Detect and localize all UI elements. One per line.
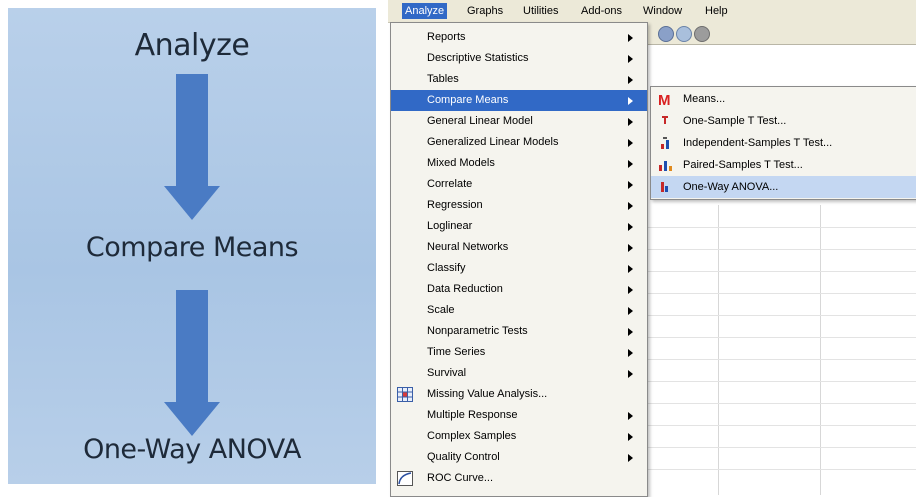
independent-t-icon xyxy=(661,137,669,149)
flow-panel: Analyze Compare Means One-Way ANOVA xyxy=(8,8,376,484)
submenu-item-one-way-anova[interactable]: One-Way ANOVA... xyxy=(651,176,916,198)
menu-item-loglinear[interactable]: Loglinear xyxy=(391,216,647,237)
submenu-arrow-icon xyxy=(628,160,633,168)
menu-item-neural-networks[interactable]: Neural Networks xyxy=(391,237,647,258)
menu-item-roc-curve[interactable]: ROC Curve... xyxy=(391,468,647,489)
svg-text:M: M xyxy=(658,92,671,107)
roc-curve-icon xyxy=(397,471,413,486)
menu-item-correlate[interactable]: Correlate xyxy=(391,174,647,195)
submenu-arrow-icon xyxy=(628,412,633,420)
menu-item-nonparametric-tests[interactable]: Nonparametric Tests xyxy=(391,321,647,342)
toolbar-icon[interactable] xyxy=(676,26,692,42)
menu-item-mixed-models[interactable]: Mixed Models xyxy=(391,153,647,174)
menu-item-multiple-response[interactable]: Multiple Response xyxy=(391,405,647,426)
means-icon: M xyxy=(658,92,671,107)
toolbar-icon[interactable] xyxy=(694,26,710,42)
anova-icon xyxy=(661,182,668,192)
menu-utilities[interactable]: Utilities xyxy=(520,3,561,19)
one-sample-t-icon xyxy=(662,116,668,124)
menu-bar: Analyze Graphs Utilities Add-ons Window … xyxy=(388,0,916,23)
submenu-arrow-icon xyxy=(628,181,633,189)
submenu-arrow-icon xyxy=(628,76,633,84)
menu-item-reports[interactable]: Reports xyxy=(391,27,647,48)
menu-graphs[interactable]: Graphs xyxy=(464,3,506,19)
submenu-arrow-icon xyxy=(628,265,633,273)
submenu-arrow-icon xyxy=(628,349,633,357)
menu-analyze[interactable]: Analyze xyxy=(402,3,448,19)
menu-window[interactable]: Window xyxy=(640,3,685,19)
menu-item-survival[interactable]: Survival xyxy=(391,363,647,384)
submenu-item-paired-samples-t-test[interactable]: Paired-Samples T Test... xyxy=(651,154,916,176)
menu-item-classify[interactable]: Classify xyxy=(391,258,647,279)
menu-help[interactable]: Help xyxy=(702,3,731,19)
menu-item-compare-means[interactable]: Compare Means xyxy=(391,90,647,111)
submenu-arrow-icon xyxy=(628,97,633,105)
analyze-menu: Reports Descriptive Statistics Tables Co… xyxy=(390,22,648,497)
submenu-arrow-icon xyxy=(628,370,633,378)
submenu-arrow-icon xyxy=(628,433,633,441)
down-arrow-icon xyxy=(164,290,220,436)
menu-item-quality-control[interactable]: Quality Control xyxy=(391,447,647,468)
menu-item-tables[interactable]: Tables xyxy=(391,69,647,90)
submenu-arrow-icon xyxy=(628,328,633,336)
menu-item-missing-value-analysis[interactable]: Missing Value Analysis... xyxy=(391,384,647,405)
submenu-arrow-icon xyxy=(628,454,633,462)
submenu-item-means[interactable]: M Means... xyxy=(651,88,916,110)
submenu-arrow-icon xyxy=(628,307,633,315)
submenu-item-independent-samples-t-test[interactable]: Independent-Samples T Test... xyxy=(651,132,916,154)
paired-t-icon xyxy=(659,161,672,171)
submenu-arrow-icon xyxy=(628,34,633,42)
menu-item-general-linear-model[interactable]: General Linear Model xyxy=(391,111,647,132)
submenu-arrow-icon xyxy=(628,202,633,210)
spss-window: Analyze Graphs Utilities Add-ons Window … xyxy=(388,0,916,497)
flow-step-one-way-anova: One-Way ANOVA xyxy=(83,434,301,465)
flow-step-compare-means: Compare Means xyxy=(85,232,299,263)
menu-item-time-series[interactable]: Time Series xyxy=(391,342,647,363)
menu-item-data-reduction[interactable]: Data Reduction xyxy=(391,279,647,300)
down-arrow-icon xyxy=(164,74,220,220)
menu-item-generalized-linear-models[interactable]: Generalized Linear Models xyxy=(391,132,647,153)
submenu-arrow-icon xyxy=(628,55,633,63)
toolbar-icon[interactable] xyxy=(658,26,674,42)
submenu-arrow-icon xyxy=(628,139,633,147)
submenu-item-one-sample-t-test[interactable]: One-Sample T Test... xyxy=(651,110,916,132)
submenu-arrow-icon xyxy=(628,118,633,126)
compare-means-submenu: M Means... One-Sample T Test... Independ… xyxy=(650,86,916,200)
menu-add-ons[interactable]: Add-ons xyxy=(578,3,625,19)
menu-item-descriptive-statistics[interactable]: Descriptive Statistics xyxy=(391,48,647,69)
missing-value-icon xyxy=(397,387,413,402)
menu-item-regression[interactable]: Regression xyxy=(391,195,647,216)
menu-item-scale[interactable]: Scale xyxy=(391,300,647,321)
flow-step-analyze: Analyze xyxy=(134,28,250,63)
submenu-arrow-icon xyxy=(628,286,633,294)
toolbar xyxy=(646,22,916,45)
submenu-arrow-icon xyxy=(628,223,633,231)
submenu-arrow-icon xyxy=(628,244,633,252)
menu-item-complex-samples[interactable]: Complex Samples xyxy=(391,426,647,447)
